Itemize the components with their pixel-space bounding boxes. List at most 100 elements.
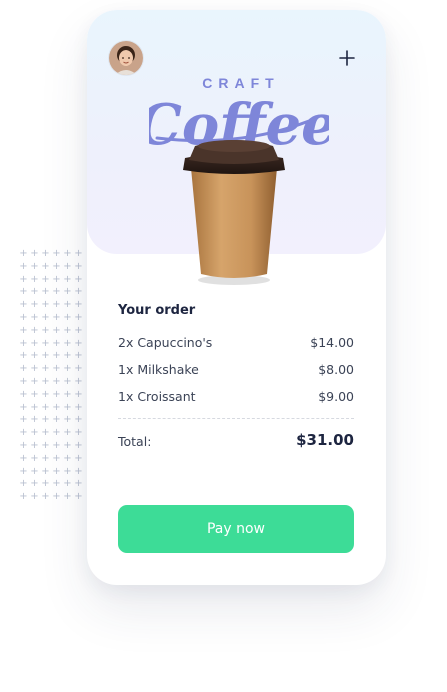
decorative-plus-mark: + [63,286,72,298]
order-card: CRAFT Coffee Your order 2x Capuccino's $… [87,10,386,585]
decorative-plus-mark: + [41,401,50,413]
decorative-plus-mark: + [19,286,28,298]
decorative-plus-mark: + [30,363,39,375]
decorative-plus-mark: + [52,324,61,336]
decorative-plus-mark: + [30,311,39,323]
decorative-plus-mark: + [41,248,50,259]
order-item-price: $9.00 [318,389,354,404]
decorative-plus-mark: + [74,299,83,311]
decorative-plus-mark: + [19,491,28,503]
decorative-plus-mark: + [63,452,72,464]
decorative-plus-mark: + [74,478,83,490]
decorative-plus-mark: + [19,465,28,477]
decorative-plus-mark: + [52,350,61,362]
order-title: Your order [118,303,196,318]
decorative-plus-mark: + [63,478,72,490]
decorative-plus-mark: + [30,439,39,451]
decorative-plus-mark: + [74,363,83,375]
plus-icon [339,50,355,66]
decorative-plus-mark: + [41,439,50,451]
decorative-plus-mark: + [74,248,83,259]
decorative-plus-mark: + [41,299,50,311]
decorative-plus-mark: + [74,350,83,362]
decorative-plus-mark: + [30,388,39,400]
decorative-plus-mark: + [30,452,39,464]
decorative-plus-mark: + [74,337,83,349]
decorative-plus-mark: + [63,401,72,413]
decorative-plus-mark: + [30,248,39,259]
decorative-plus-mark: + [52,452,61,464]
decorative-plus-mark: + [63,248,72,259]
decorative-plus-mark: + [41,350,50,362]
decorative-plus-mark: + [52,273,61,285]
decorative-plus-mark: + [19,427,28,439]
decorative-plus-mark: + [30,273,39,285]
decorative-plus-mark: + [41,363,50,375]
decorative-plus-mark: + [63,427,72,439]
decorative-plus-mark: + [52,465,61,477]
decorative-plus-mark: + [63,363,72,375]
hero-panel: CRAFT Coffee [87,10,386,285]
decorative-plus-mark: + [41,452,50,464]
decorative-plus-mark: + [19,324,28,336]
order-item-name: 1x Croissant [118,389,196,404]
decorative-plus-mark: + [63,350,72,362]
decorative-plus-mark: + [74,388,83,400]
order-item-name: 1x Milkshake [118,362,199,377]
decorative-plus-mark: + [74,465,83,477]
decorative-plus-mark: + [63,311,72,323]
decorative-plus-mark: + [41,491,50,503]
decorative-plus-mark: + [30,350,39,362]
decorative-plus-mark: + [74,260,83,272]
decorative-plus-mark: + [19,299,28,311]
decorative-plus-mark: + [19,414,28,426]
decorative-plus-mark: + [30,337,39,349]
decorative-dot-grid: + + + + + + + + + + + + + + + + + + + + + + + + + + + + + + + + + + + + + + + +… [18,248,84,504]
order-item-row: 1x Milkshake $8.00 [118,362,354,377]
decorative-plus-mark: + [19,248,28,259]
decorative-plus-mark: + [19,439,28,451]
decorative-plus-mark: + [41,375,50,387]
user-avatar[interactable] [109,41,143,75]
order-item-row: 1x Croissant $9.00 [118,389,354,404]
decorative-plus-mark: + [63,439,72,451]
pay-now-button[interactable]: Pay now [118,505,354,553]
decorative-plus-mark: + [74,414,83,426]
decorative-plus-mark: + [41,273,50,285]
decorative-plus-mark: + [19,388,28,400]
decorative-plus-mark: + [30,375,39,387]
decorative-plus-mark: + [52,311,61,323]
decorative-plus-mark: + [74,311,83,323]
decorative-plus-mark: + [19,401,28,413]
decorative-plus-mark: + [30,414,39,426]
decorative-plus-mark: + [41,414,50,426]
order-item-price: $8.00 [318,362,354,377]
decorative-plus-mark: + [19,478,28,490]
decorative-plus-mark: + [74,491,83,503]
decorative-plus-mark: + [52,260,61,272]
decorative-plus-mark: + [41,311,50,323]
decorative-plus-mark: + [63,375,72,387]
decorative-plus-mark: + [19,260,28,272]
order-item-row: 2x Capuccino's $14.00 [118,335,354,350]
decorative-plus-mark: + [52,478,61,490]
decorative-plus-mark: + [52,286,61,298]
decorative-plus-mark: + [19,350,28,362]
decorative-plus-mark: + [63,491,72,503]
decorative-plus-mark: + [30,401,39,413]
decorative-plus-mark: + [74,401,83,413]
decorative-plus-mark: + [74,452,83,464]
decorative-plus-mark: + [52,337,61,349]
decorative-plus-mark: + [30,286,39,298]
coffee-cup-image [183,140,285,285]
add-button[interactable] [337,48,357,68]
decorative-plus-mark: + [52,388,61,400]
decorative-plus-mark: + [74,427,83,439]
decorative-plus-mark: + [74,375,83,387]
decorative-plus-mark: + [52,375,61,387]
logo-top-text: CRAFT [202,75,279,91]
decorative-plus-mark: + [30,260,39,272]
decorative-plus-mark: + [63,465,72,477]
decorative-plus-mark: + [41,337,50,349]
decorative-plus-mark: + [41,260,50,272]
